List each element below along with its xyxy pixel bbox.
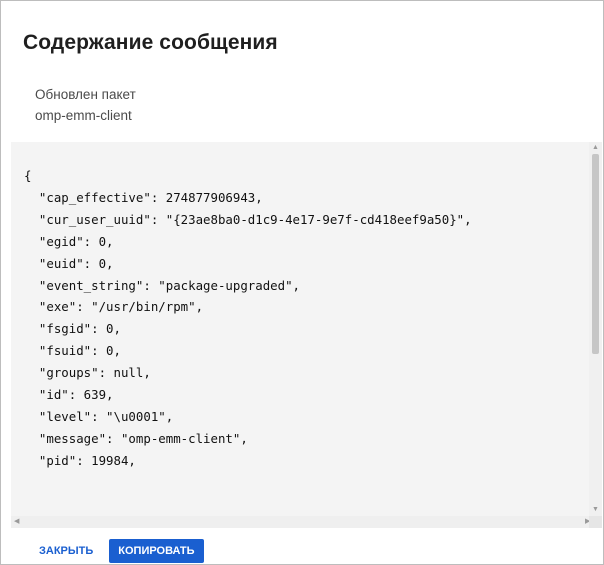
json-line: "id": 639, — [24, 387, 114, 403]
dialog-footer: ЗАКРЫТЬ КОПИРОВАТЬ — [29, 539, 204, 563]
json-line: { — [24, 168, 32, 183]
triangle-up-icon[interactable]: ▲ — [592, 144, 599, 152]
message-content-dialog: Содержание сообщения Обновлен пакет omp-… — [0, 0, 604, 565]
triangle-down-icon[interactable]: ▼ — [592, 506, 599, 514]
scrollbar-corner — [589, 516, 602, 528]
json-line: "fsgid": 0, — [24, 321, 121, 337]
copy-button[interactable]: КОПИРОВАТЬ — [109, 539, 204, 563]
json-line: "event_string": "package-upgraded", — [24, 277, 301, 293]
json-line: "fsuid": 0, — [24, 343, 121, 359]
vertical-scrollbar-thumb[interactable] — [592, 154, 599, 354]
json-line: "cur_user_uuid": "{23ae8ba0-d1c9-4e17-9e… — [24, 211, 472, 227]
json-line: "level": "\u0001", — [24, 408, 174, 424]
json-line: "cap_effective": 274877906943, — [24, 189, 263, 205]
horizontal-scrollbar[interactable]: ◀ ▶ — [11, 516, 602, 528]
dialog-title: Содержание сообщения — [23, 31, 278, 54]
message-json: { "cap_effective": 274877906943, "cur_us… — [24, 165, 472, 472]
close-button[interactable]: ЗАКРЫТЬ — [29, 541, 99, 561]
triangle-left-icon[interactable]: ◀ — [14, 518, 19, 526]
json-line: "euid": 0, — [24, 255, 114, 271]
message-body-panel[interactable]: { "cap_effective": 274877906943, "cur_us… — [11, 142, 602, 528]
json-line: "egid": 0, — [24, 233, 114, 249]
json-line: "exe": "/usr/bin/rpm", — [24, 299, 204, 315]
vertical-scrollbar[interactable]: ▲ ▼ — [589, 142, 602, 516]
message-description: Обновлен пакет omp-emm-client — [35, 84, 136, 126]
json-line: "groups": null, — [24, 365, 151, 381]
description-line-1: Обновлен пакет — [35, 87, 136, 102]
description-line-2: omp-emm-client — [35, 108, 132, 123]
json-line: "message": "omp-emm-client", — [24, 430, 248, 446]
json-line: "pid": 19984, — [24, 452, 136, 468]
